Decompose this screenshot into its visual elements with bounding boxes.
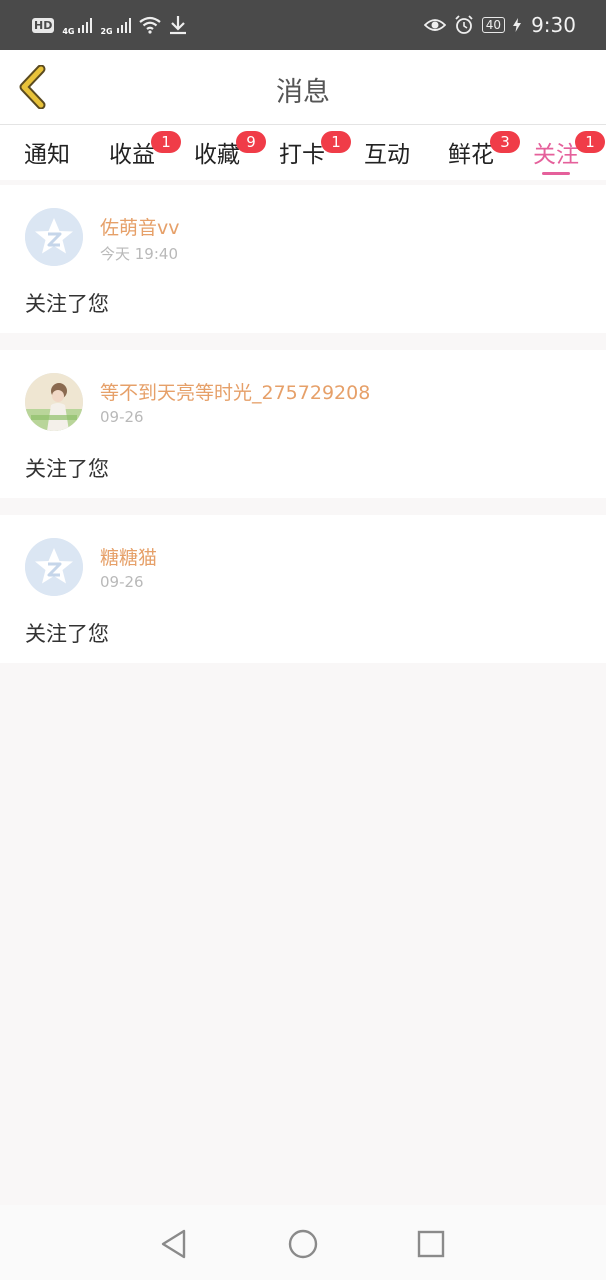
- tab-bar: 通知 收益 1 收藏 9 打卡 1 互动 鲜花 3 关注 1: [0, 125, 606, 180]
- nav-home-icon[interactable]: [286, 1227, 320, 1261]
- clock: 9:30: [531, 13, 576, 37]
- download-icon: [169, 16, 186, 35]
- tab-label: 互动: [364, 142, 410, 168]
- battery-icon: 40: [481, 17, 506, 33]
- network-type-2: 2G: [100, 27, 113, 36]
- message-item[interactable]: 糖糖猫 09-26 关注了您: [0, 515, 606, 663]
- charging-icon: [513, 18, 522, 32]
- message-text: 关注了您: [25, 292, 109, 316]
- nav-recents-icon[interactable]: [414, 1227, 448, 1261]
- tab-badge: 1: [321, 131, 351, 153]
- tab-interactions[interactable]: 互动: [364, 135, 410, 169]
- system-nav-bar: [0, 1205, 606, 1280]
- tab-label: 打卡: [279, 142, 325, 168]
- tab-favorites[interactable]: 收藏 9: [194, 131, 266, 169]
- nav-back-icon[interactable]: [157, 1227, 191, 1261]
- user-name[interactable]: 等不到天亮等时光_275729208: [100, 378, 370, 405]
- tab-label: 收藏: [194, 142, 240, 168]
- message-text: 关注了您: [25, 457, 109, 481]
- tab-label: 通知: [24, 142, 70, 168]
- default-avatar-icon: [25, 208, 83, 266]
- tab-following[interactable]: 关注 1: [533, 131, 605, 175]
- signal-icon: [78, 17, 93, 33]
- message-item[interactable]: 佐萌音vv 今天 19:40 关注了您: [0, 185, 606, 333]
- status-right: 40 9:30: [423, 13, 576, 37]
- signal-icon-2: [116, 17, 131, 33]
- tab-label: 关注: [533, 142, 579, 168]
- message-text: 关注了您: [25, 622, 109, 646]
- tab-label: 鲜花: [448, 142, 494, 168]
- message-time: 09-26: [100, 573, 144, 591]
- tab-badge: 1: [151, 131, 181, 153]
- photo-avatar: [25, 373, 83, 431]
- default-avatar-icon: [25, 538, 83, 596]
- tab-badge: 1: [575, 131, 605, 153]
- tab-label: 收益: [109, 142, 155, 168]
- wifi-icon: [138, 16, 161, 34]
- eye-icon: [423, 19, 446, 31]
- user-name[interactable]: 糖糖猫: [100, 543, 157, 570]
- tab-badge: 3: [490, 131, 520, 153]
- status-left: HD 4G 2G: [32, 14, 187, 36]
- tab-notifications[interactable]: 通知: [24, 135, 70, 169]
- tab-checkin[interactable]: 打卡 1: [279, 131, 351, 169]
- avatar[interactable]: [25, 208, 83, 266]
- app-header: 消息: [0, 50, 606, 125]
- tab-badge: 9: [236, 131, 266, 153]
- alarm-icon: [455, 15, 473, 34]
- active-tab-indicator: [542, 172, 570, 175]
- avatar[interactable]: [25, 373, 83, 431]
- page-title: 消息: [276, 77, 330, 108]
- user-name[interactable]: 佐萌音vv: [100, 213, 180, 240]
- avatar[interactable]: [25, 538, 83, 596]
- status-bar: HD 4G 2G 40 9:30: [0, 0, 606, 50]
- network-type-1: 4G: [62, 27, 75, 36]
- message-time: 今天 19:40: [100, 245, 178, 263]
- message-item[interactable]: 等不到天亮等时光_275729208 09-26 关注了您: [0, 350, 606, 498]
- hd-indicator: HD: [32, 17, 55, 33]
- tab-flowers[interactable]: 鲜花 3: [448, 131, 520, 169]
- message-time: 09-26: [100, 408, 144, 426]
- tab-earnings[interactable]: 收益 1: [109, 131, 181, 169]
